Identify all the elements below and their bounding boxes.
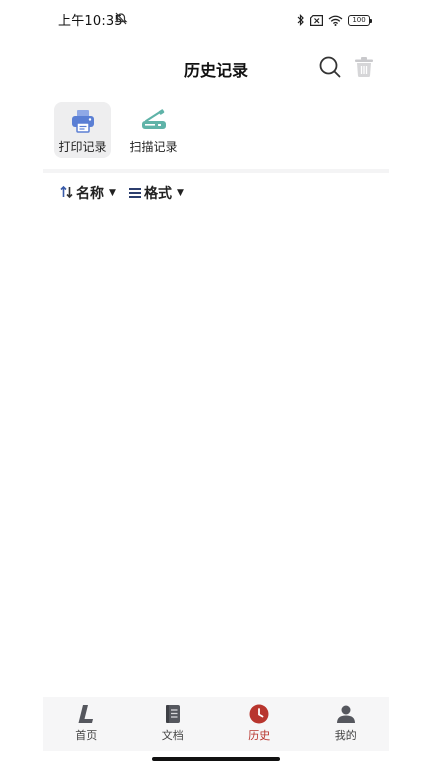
alarm-off-icon: [114, 10, 128, 29]
nav-home[interactable]: 首页: [43, 697, 130, 751]
bluetooth-icon: [297, 11, 305, 30]
delete-button[interactable]: [352, 55, 376, 79]
section-divider: [43, 169, 389, 173]
tab-print-label: 打印记录: [58, 140, 107, 154]
nav-profile-label: 我的: [334, 729, 357, 742]
filter-format-dropdown[interactable]: 格式 ▼: [129, 183, 184, 203]
history-screen: 上午10:35 100 历史记录 打印记录 扫描记录 名称 ▼ 格式 ▼ 首页 …: [0, 0, 432, 768]
sort-by-name-dropdown[interactable]: 名称 ▼: [60, 183, 116, 203]
home-indicator[interactable]: [152, 757, 280, 761]
format-label: 格式: [144, 186, 172, 202]
status-bar: 上午10:35 100: [0, 0, 432, 36]
status-icons: 100: [297, 11, 372, 30]
bottom-nav: 首页 文档 历史 我的: [43, 697, 389, 751]
no-sim-icon: [310, 11, 323, 30]
nav-history[interactable]: 历史: [216, 697, 303, 751]
tab-scan-records[interactable]: 扫描记录: [125, 102, 182, 158]
home-logo-icon: [77, 704, 95, 728]
nav-home-label: 首页: [75, 729, 98, 742]
scanner-icon: [140, 108, 168, 138]
tab-print-records[interactable]: 打印记录: [54, 102, 111, 158]
nav-documents-label: 文档: [161, 729, 184, 742]
nav-documents[interactable]: 文档: [130, 697, 217, 751]
wifi-icon: [328, 11, 343, 30]
search-icon: [319, 56, 341, 78]
trash-icon: [355, 57, 373, 77]
caret-down-icon: ▼: [177, 188, 184, 198]
person-icon: [336, 704, 356, 728]
list-icon: [129, 184, 141, 203]
sort-icon: [60, 184, 73, 203]
battery-icon: 100: [348, 15, 372, 26]
nav-profile[interactable]: 我的: [303, 697, 390, 751]
caret-down-icon: ▼: [109, 188, 116, 198]
clock-icon: [249, 704, 269, 728]
printer-icon: [70, 108, 96, 138]
sort-label: 名称: [76, 186, 104, 202]
search-button[interactable]: [318, 55, 342, 79]
nav-history-label: 历史: [248, 729, 271, 742]
document-icon: [165, 704, 181, 728]
tab-scan-label: 扫描记录: [129, 140, 178, 154]
